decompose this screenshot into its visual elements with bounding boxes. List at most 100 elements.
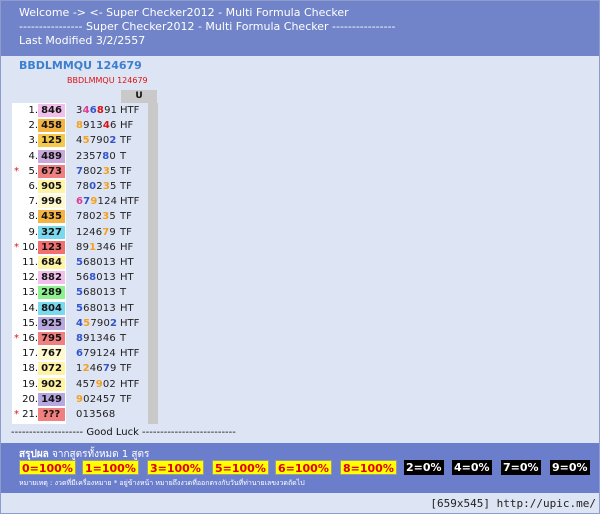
row-index: 13. <box>22 287 38 299</box>
header-last-modified: Last Modified 3/2/2557 <box>19 34 146 47</box>
row-digits: 235780 <box>76 149 116 164</box>
summary-box: 9=0% <box>550 460 590 475</box>
row-number: 902 <box>38 377 65 391</box>
row-index: 21. <box>22 409 38 420</box>
summary-box: 8=100% <box>340 460 397 475</box>
digit: 4 <box>110 196 118 208</box>
digit: 6 <box>110 120 117 132</box>
table-row: 8. 435 780235 TF <box>12 209 158 224</box>
table-row: 19. 902 457902 HTF <box>12 377 158 392</box>
table-row: 1. 846 346891 HTF <box>12 103 158 118</box>
row-type: T <box>120 287 127 299</box>
digit: 6 <box>89 105 97 116</box>
table-row: * 10. 123 891346 HF <box>12 240 158 255</box>
digit: 4 <box>109 348 116 360</box>
table-row: 13. 289 568013 T <box>12 285 158 300</box>
row-index: 14. <box>22 302 38 314</box>
digit: 2 <box>109 378 116 390</box>
digit: 8 <box>108 409 116 420</box>
table-row: 14. 804 568013 HT <box>12 301 158 316</box>
row-number: 925 <box>38 316 65 330</box>
table-row: * 21.??? 013568 <box>12 407 158 422</box>
row-type: TF <box>120 226 132 238</box>
row-digits: 124679 <box>76 225 116 240</box>
digit: 3 <box>109 302 116 314</box>
row-type: TF <box>120 181 132 192</box>
row-index: 5. <box>28 165 38 177</box>
row-digits: 568013 <box>76 270 116 285</box>
row-number: 846 <box>38 104 65 117</box>
summary-box: 5=100% <box>212 460 269 475</box>
summary-box: 1=100% <box>82 460 139 475</box>
row-type: TF <box>120 363 132 375</box>
table-row: 15. 925 457902 HTF <box>12 316 158 331</box>
row-number: 996 <box>38 195 65 209</box>
row-index: 15. <box>22 317 38 329</box>
row-digits: 780235 <box>76 164 117 179</box>
digit: 5 <box>110 165 117 177</box>
row-digits: 780235 <box>76 209 116 224</box>
row-digits: 568013 <box>76 255 116 270</box>
summary-box: 4=0% <box>452 460 492 475</box>
row-number: 289 <box>38 286 65 300</box>
summary-label-rest: จากสูตรทั้งหมด 1 สูตร <box>48 449 150 460</box>
table-row: 4. 489 235780 T <box>12 149 158 164</box>
digit: 8 <box>96 105 105 116</box>
row-digits: 891346 <box>76 240 116 255</box>
summary-box: 2=0% <box>404 460 444 475</box>
table-row: 6. 905 780235 TF <box>12 179 158 194</box>
row-type: HTF <box>120 348 140 360</box>
table-row: 12. 882 568013 HT <box>12 270 158 285</box>
row-type: HF <box>120 241 134 253</box>
row-digits: 124679 <box>76 361 117 376</box>
row-digits: 457902 <box>76 316 117 331</box>
row-index: 19. <box>22 378 38 390</box>
row-number: 125 <box>38 134 65 148</box>
row-index: 6. <box>28 181 38 192</box>
row-number: 123 <box>38 240 65 254</box>
row-number: 149 <box>38 392 65 406</box>
row-index: 4. <box>28 150 38 162</box>
digit: 4 <box>102 120 111 132</box>
digit: 5 <box>109 211 116 223</box>
row-digits: 013568 <box>76 407 115 422</box>
row-number: 673 <box>38 164 65 178</box>
table-row: 18. 072 124679 TF <box>12 361 158 376</box>
row-type: TF <box>120 393 132 405</box>
table-row: 11. 684 568013 HT <box>12 255 158 270</box>
digit: 9 <box>110 363 117 375</box>
good-luck-divider: -------------------- Good Luck ---------… <box>11 427 236 438</box>
row-index: 20. <box>22 393 38 405</box>
row-index: 18. <box>22 363 38 375</box>
summary-box: 7=0% <box>501 460 541 475</box>
row-type: HF <box>120 120 134 132</box>
row-index: 11. <box>22 257 38 268</box>
table-row: * 16. 795 891346 T <box>12 331 158 346</box>
row-index: 10. <box>22 241 38 253</box>
row-type: TF <box>120 135 132 147</box>
row-number: ??? <box>38 408 65 421</box>
row-type: HTF <box>120 105 140 116</box>
row-digits: 780235 <box>76 179 117 194</box>
digit: 6 <box>109 241 116 253</box>
row-index: 16. <box>22 333 38 344</box>
row-number: 882 <box>38 271 65 285</box>
row-digits: 679124 <box>76 194 117 209</box>
row-number: 767 <box>38 347 65 361</box>
digit: 7 <box>109 393 116 405</box>
row-type: HTF <box>120 378 140 390</box>
row-index: 3. <box>28 135 38 147</box>
header-bar: Welcome -> <- Super Checker2012 - Multi … <box>1 1 599 56</box>
image-footer: [659x545] http://upic.me/ <box>430 497 596 510</box>
column-header-u: U <box>121 90 157 103</box>
digit: 9 <box>95 378 103 390</box>
row-index: 12. <box>22 272 38 284</box>
digit: 3 <box>109 257 116 268</box>
row-type: TF <box>120 165 132 177</box>
row-index: 1. <box>28 105 38 116</box>
summary-box: 0=100% <box>19 460 76 475</box>
row-digits: 346891 <box>76 103 117 118</box>
row-type: HT <box>120 257 134 268</box>
digit: 3 <box>102 181 111 192</box>
row-number: 804 <box>38 301 65 315</box>
